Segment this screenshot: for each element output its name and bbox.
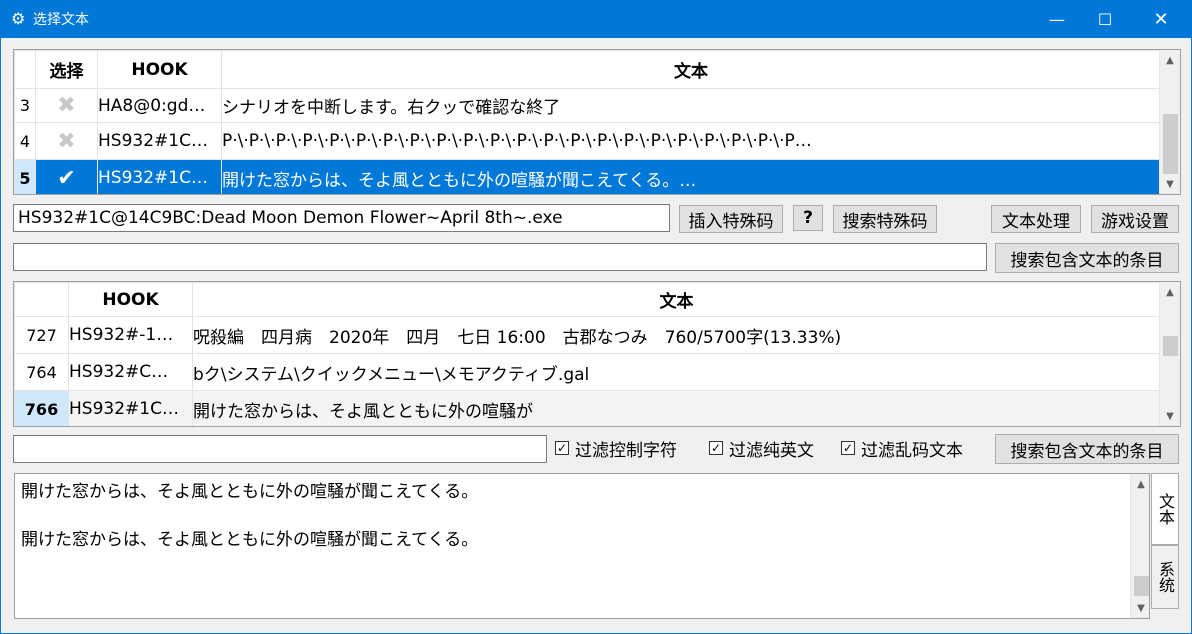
tab-system[interactable]: 系统: [1151, 545, 1179, 609]
header-text[interactable]: 文本: [192, 282, 1161, 317]
scroll-down-icon[interactable]: ▼: [1160, 406, 1180, 426]
hook-cell: HS932#1C…: [97, 159, 222, 194]
history-table-scrollbar[interactable]: ▲ ▼: [1159, 282, 1180, 426]
tab-text[interactable]: 文本: [1151, 473, 1179, 545]
filter-garbled-label: 过滤乱码文本: [861, 440, 963, 461]
minimize-icon: —: [1049, 10, 1065, 29]
main-window: ⚙ 选择文本 — ☐ ✕ 选择 HOOK 文本 3 ✖ HA8@0:gd… シナ…: [0, 0, 1192, 634]
header-hook[interactable]: HOOK: [97, 50, 222, 89]
search-entries-button[interactable]: 搜索包含文本的条目: [995, 243, 1179, 273]
filter-control-checkbox[interactable]: ✓ 过滤控制字符: [555, 437, 677, 461]
help-button[interactable]: ?: [793, 205, 823, 231]
filter-search-button[interactable]: 搜索包含文本的条目: [995, 434, 1179, 464]
filter-control-label: 过滤控制字符: [575, 440, 677, 461]
row-number: 764: [14, 353, 69, 391]
maximize-icon: ☐: [1097, 10, 1113, 29]
unchecked-icon[interactable]: ✖: [35, 122, 98, 160]
hook-cell: HA8@0:gd…: [97, 88, 222, 123]
checkbox-checked-icon: ✓: [841, 441, 855, 455]
filter-english-label: 过滤纯英文: [729, 440, 814, 461]
table-row[interactable]: 727 HS932#-1… 呪殺編 四月病 2020年 四月 七日 16:00 …: [14, 316, 1161, 354]
text-cell: シナリオを中断します。右クッで確認な終了: [221, 88, 1161, 123]
row-number: 727: [14, 316, 69, 354]
header-select[interactable]: 选择: [35, 50, 98, 89]
table-row[interactable]: 3 ✖ HA8@0:gd… シナリオを中断します。右クッで確認な終了: [14, 88, 1161, 123]
hook-code-input[interactable]: HS932#1C@14C9BC:Dead Moon Demon Flower~A…: [13, 204, 670, 232]
close-icon: ✕: [1153, 9, 1169, 30]
header-hook[interactable]: HOOK: [68, 282, 193, 317]
title-bar[interactable]: ⚙ 选择文本 — ☐ ✕: [1, 1, 1191, 38]
insert-special-button[interactable]: 插入特殊码: [679, 205, 783, 233]
hook-table-scrollbar[interactable]: ▲ ▼: [1159, 50, 1180, 194]
search-input[interactable]: [13, 243, 987, 271]
text-cell: 呪殺編 四月病 2020年 四月 七日 16:00 古郡なつみ 760/5700…: [192, 316, 1161, 354]
checkbox-checked-icon: ✓: [555, 441, 569, 455]
window-title: 选择文本: [33, 12, 89, 28]
hook-table: 选择 HOOK 文本 3 ✖ HA8@0:gd… シナリオを中断します。右クッで…: [14, 50, 1161, 194]
filter-search-input[interactable]: [13, 435, 547, 463]
table-row-selected[interactable]: 5 ✔ HS932#1C… 開けた窓からは、そよ風とともに外の喧騒が聞こえてくる…: [14, 159, 1161, 194]
header-text[interactable]: 文本: [221, 50, 1161, 89]
header-rownum: [14, 50, 36, 89]
scroll-up-icon[interactable]: ▲: [1160, 50, 1180, 70]
row-number: 3: [14, 88, 36, 123]
scroll-thumb[interactable]: [1163, 336, 1178, 356]
filter-english-checkbox[interactable]: ✓ 过滤纯英文: [709, 437, 814, 461]
scroll-up-icon[interactable]: ▲: [1160, 282, 1180, 302]
scroll-up-icon[interactable]: ▲: [1131, 474, 1149, 494]
text-cell: bク\システム\クイックメニュー\メモアクティブ.gal: [192, 353, 1161, 391]
scroll-thumb[interactable]: [1163, 114, 1178, 174]
output-text[interactable]: 開けた窓からは、そよ風とともに外の喧騒が聞こえてくる。 開けた窓からは、そよ風と…: [21, 480, 478, 552]
text-cell: P·\·P·\·P·\·P·\·P·\·P·\·P·\·P·\·P·\·P·\·…: [221, 122, 1161, 160]
history-table-panel: HOOK 文本 727 HS932#-1… 呪殺編 四月病 2020年 四月 七…: [13, 281, 1181, 427]
hook-cell: HS932#-1…: [68, 316, 193, 354]
hook-cell: HS932#1C…: [68, 390, 193, 426]
row-number: 4: [14, 122, 36, 160]
scroll-down-icon[interactable]: ▼: [1160, 174, 1180, 194]
text-cell: 開けた窓からは、そよ風とともに外の喧騒が: [192, 390, 1161, 426]
gear-icon: ⚙: [11, 9, 26, 28]
hook-cell: HS932#1C…: [97, 122, 222, 160]
close-button[interactable]: ✕: [1137, 1, 1185, 38]
history-table: HOOK 文本 727 HS932#-1… 呪殺編 四月病 2020年 四月 七…: [14, 282, 1161, 426]
output-scrollbar[interactable]: ▲ ▼: [1130, 474, 1149, 618]
minimize-button[interactable]: —: [1033, 1, 1081, 38]
header-rownum: [14, 282, 69, 317]
table-row[interactable]: 4 ✖ HS932#1C… P·\·P·\·P·\·P·\·P·\·P·\·P·…: [14, 122, 1161, 160]
text-cell: 開けた窓からは、そよ風とともに外の喧騒が聞こえてくる。…: [221, 159, 1161, 194]
game-settings-button[interactable]: 游戏设置: [1091, 205, 1179, 233]
hook-table-panel: 选择 HOOK 文本 3 ✖ HA8@0:gd… シナリオを中断します。右クッで…: [13, 49, 1181, 195]
output-text-panel[interactable]: 開けた窓からは、そよ風とともに外の喧騒が聞こえてくる。 開けた窓からは、そよ風と…: [14, 473, 1150, 619]
table-row-current[interactable]: 766 HS932#1C… 開けた窓からは、そよ風とともに外の喧騒が: [14, 390, 1161, 426]
filter-garbled-checkbox[interactable]: ✓ 过滤乱码文本: [841, 437, 963, 461]
scroll-thumb[interactable]: [1134, 576, 1149, 596]
row-number: 766: [14, 390, 69, 426]
checkbox-checked-icon: ✓: [709, 441, 723, 455]
hook-cell: HS932#C…: [68, 353, 193, 391]
checkmark-icon[interactable]: ✔: [35, 159, 98, 194]
table-row[interactable]: 764 HS932#C… bク\システム\クイックメニュー\メモアクティブ.ga…: [14, 353, 1161, 391]
unchecked-icon[interactable]: ✖: [35, 88, 98, 123]
row-number: 5: [14, 159, 36, 194]
scroll-down-icon[interactable]: ▼: [1131, 598, 1149, 618]
text-process-button[interactable]: 文本处理: [991, 205, 1081, 233]
maximize-button[interactable]: ☐: [1081, 1, 1129, 38]
search-special-button[interactable]: 搜索特殊码: [833, 205, 937, 233]
